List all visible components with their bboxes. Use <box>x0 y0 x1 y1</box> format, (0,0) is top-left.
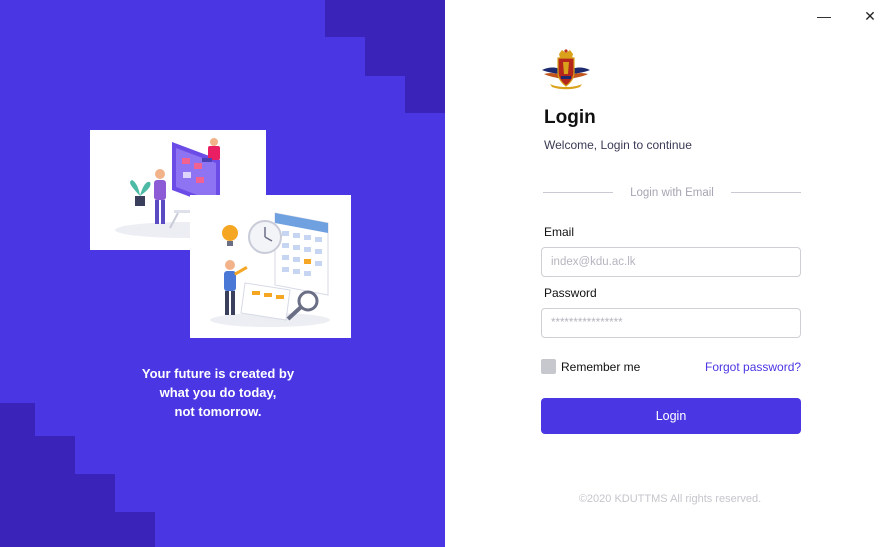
email-input[interactable] <box>541 247 801 277</box>
decor-step <box>365 37 445 76</box>
login-button[interactable]: Login <box>541 398 801 434</box>
divider-line <box>543 192 613 193</box>
remember-me-toggle[interactable]: Remember me <box>541 359 640 374</box>
forgot-password-link[interactable]: Forgot password? <box>705 360 801 374</box>
decor-step <box>405 76 445 113</box>
login-title: Login <box>544 107 596 128</box>
hero-panel: Your future is created by what you do to… <box>0 0 445 547</box>
close-button[interactable]: ✕ <box>858 6 882 26</box>
decor-step <box>75 474 115 547</box>
schedule-illustration <box>190 195 351 338</box>
remember-me-label: Remember me <box>561 359 641 374</box>
tagline-line: Your future is created by <box>141 366 295 381</box>
hero-tagline: Your future is created by what you do to… <box>118 364 318 421</box>
minimize-button[interactable]: — <box>812 6 836 26</box>
login-method-divider-text: Login with Email <box>630 187 714 199</box>
email-label: Email <box>544 225 575 239</box>
password-input[interactable] <box>541 308 801 338</box>
decor-step <box>0 403 35 547</box>
copyright-text: ©2020 KDUTTMS All rights reserved. <box>578 493 762 505</box>
login-subtitle: Welcome, Login to continue <box>544 138 692 152</box>
decor-step <box>325 0 445 37</box>
tagline-line: not tomorrow. <box>174 404 262 419</box>
remember-me-checkbox[interactable] <box>541 359 556 374</box>
university-crest-logo <box>540 48 592 90</box>
divider-line <box>731 192 801 193</box>
tagline-line: what you do today, <box>159 385 277 400</box>
decor-step <box>115 512 155 547</box>
decor-step <box>35 436 75 547</box>
password-label: Password <box>544 286 597 300</box>
